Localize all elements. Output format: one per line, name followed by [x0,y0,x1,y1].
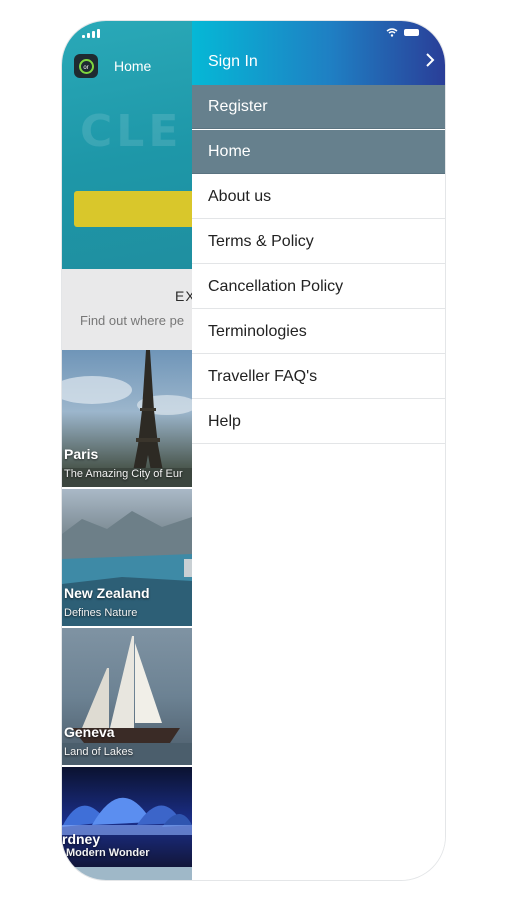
destination-name: Paris [64,446,99,462]
menu-item-label: Traveller FAQ's [208,368,318,385]
hero-banner: CLE or Home [62,21,192,269]
wifi-icon [386,28,398,37]
menu-item-label: Help [208,413,241,430]
sign-in-link[interactable]: Sign In [208,53,258,71]
menu-item-about-us[interactable]: About us [192,175,445,219]
mountain-lake-illustration [62,511,192,626]
destination-card-new-zealand[interactable]: New Zealand Defines Nature [62,489,192,626]
destination-name: rdney [62,831,101,847]
menu-item-label: Cancellation Policy [208,278,344,295]
home-screen: CLE or Home EX Find out where pe Paris T… [62,21,192,880]
menu-item-terminologies[interactable]: Terminologies [192,310,445,354]
menu-item-label: Home [208,143,251,160]
explore-section: EX Find out where pe [62,269,192,350]
destination-tagline: Defines Nature [64,607,138,619]
phone-frame: CLE or Home EX Find out where pe Paris T… [62,21,445,880]
menu-item-home[interactable]: Home [192,130,445,174]
app-logo-icon[interactable]: or [74,54,98,78]
destination-name: New Zealand [64,585,150,601]
menu-item-traveller-faqs[interactable]: Traveller FAQ's [192,355,445,399]
destination-tagline: Modern Wonder [66,847,150,859]
status-icons [386,28,419,37]
eiffel-tower-illustration [62,350,192,487]
page-title: Home [114,58,152,74]
menu-item-label: Terms & Policy [208,233,314,250]
signal-icon [82,29,100,38]
battery-icon [404,29,419,36]
destination-card-sydney[interactable]: rdney Modern Wonder [62,767,192,867]
sailboat-illustration [62,636,192,765]
navigation-drawer: Sign In Register Home About us Terms & P… [192,21,445,880]
app-logo-text: or [78,58,94,74]
destination-tagline: The Amazing City of Eur [64,468,183,480]
menu-item-cancellation-policy[interactable]: Cancellation Policy [192,265,445,309]
chevron-right-icon[interactable] [421,51,439,69]
menu-item-label: About us [208,188,272,205]
destination-card-paris[interactable]: Paris The Amazing City of Eur [62,350,192,487]
search-button[interactable] [74,191,192,227]
destination-card-geneva[interactable]: Geneva Land of Lakes [62,628,192,765]
bottom-bar [62,867,192,880]
explore-title: EX [175,288,192,304]
menu-item-label: Terminologies [208,323,307,340]
drawer-header[interactable]: Sign In [192,21,445,85]
destination-name: Geneva [64,724,115,740]
menu-item-register[interactable]: Register [192,85,445,129]
hero-watermark: CLE [80,106,183,157]
explore-subtitle: Find out where pe [80,313,185,328]
destination-tagline: Land of Lakes [64,746,134,758]
menu-item-label: Register [208,98,268,115]
menu-item-help[interactable]: Help [192,400,445,444]
menu-item-terms-policy[interactable]: Terms & Policy [192,220,445,264]
